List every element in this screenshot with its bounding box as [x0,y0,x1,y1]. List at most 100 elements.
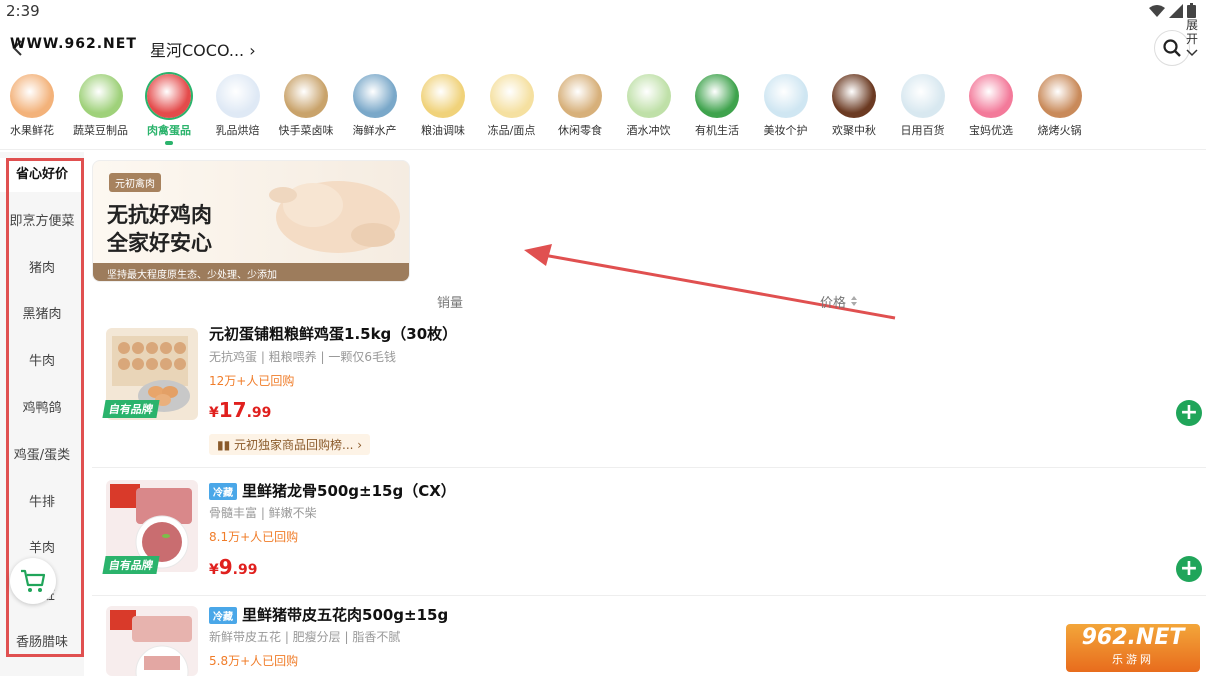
sort-price-label: 价格 [820,296,847,311]
category-item[interactable]: 烧烤火锅 [1026,72,1094,150]
category-item[interactable]: 美妆个护 [752,72,820,150]
price-decimal: .99 [232,562,258,578]
own-brand-badge: 自有品牌 [102,556,160,574]
category-thumbnail [695,74,739,118]
own-brand-badge: 自有品牌 [102,400,160,418]
chevron-down-icon [1186,49,1198,57]
promo-banner[interactable]: 元初禽肉 无抗好鸡肉 全家好安心 坚持最大程度原生态、少处理、少添加 [92,160,410,282]
product-subtitle: 骨髓丰富 | 鲜嫩不柴 [209,506,317,520]
expand-label-1: 展 [1185,18,1198,32]
category-thumbnail [215,74,260,118]
product-sold-count: 8.1万+人已回购 [209,530,299,544]
store-selector[interactable]: 星河COCO... › [150,37,256,61]
price-currency: ¥ [209,405,219,421]
cart-icon [21,569,46,592]
product-sold-count: 5.8万+人已回购 [209,654,299,668]
category-item[interactable]: 欢聚中秋 [820,72,888,150]
price-integer: 9 [218,555,233,579]
product-card[interactable]: 冷藏 里鲜猪带皮五花肉500g±15g 新鲜带皮五花 | 肥瘦分层 | 脂香不腻 … [92,596,1206,676]
category-thumbnail [969,74,1013,118]
wifi-icon [1149,4,1165,17]
product-card[interactable]: 自有品牌 元初蛋铺粗粮鲜鸡蛋1.5kg（30枚） 无抗鸡蛋 | 粗粮喂养 | 一… [92,318,1206,468]
corner-logo-subtext: 乐游网 [1112,653,1154,666]
banner-footer: 坚持最大程度原生态、少处理、少添加 [93,263,409,281]
category-thumbnail [421,74,465,118]
price-integer: 17 [218,398,247,422]
category-thumbnail [489,74,534,118]
category-item[interactable]: 宝妈优选 [957,72,1025,150]
product-card[interactable]: 自有品牌 冷藏 里鲜猪龙骨500g±15g（CX） 骨髓丰富 | 鲜嫩不柴 8.1… [92,468,1206,596]
sort-arrows-icon [851,296,858,306]
status-bar: 2:39 [0,0,1206,24]
category-label: 酒水冲饮 [626,124,671,137]
category-label: 冻品/面点 [487,124,536,137]
add-to-cart-button[interactable]: + [1176,400,1202,426]
sort-by-price[interactable]: 价格 [820,292,858,311]
expand-button[interactable]: 展 开 [1184,18,1200,60]
category-label: 粮油调味 [421,124,465,137]
category-item[interactable]: 粮油调味 [409,72,477,150]
price-decimal: .99 [246,405,272,421]
search-icon [1163,39,1181,57]
product-title-text: 里鲜猪龙骨500g±15g（CX） [242,482,456,500]
refrigerated-tag: 冷藏 [209,483,237,500]
expand-label-2: 开 [1185,32,1198,46]
category-item[interactable]: 乳品烘焙 [204,72,272,150]
category-label: 肉禽蛋品 [147,124,191,137]
category-label: 美妆个护 [763,124,808,137]
bar-chart-icon: ▮▮ [217,438,231,452]
product-subtitle: 新鲜带皮五花 | 肥瘦分层 | 脂香不腻 [209,630,401,644]
add-to-cart-button[interactable]: + [1176,556,1202,582]
status-icons [1149,3,1196,18]
watermark-logo: WWW.962.NET [10,36,137,52]
category-item[interactable]: 水果鲜花 [0,72,66,150]
product-title[interactable]: 冷藏 里鲜猪龙骨500g±15g（CX） [209,480,456,501]
banner-title-line2: 全家好安心 [107,231,212,255]
battery-icon [1187,3,1196,18]
watermark-text: WWW.962.NET [10,36,137,52]
category-item[interactable]: 快手菜卤味 [272,72,340,150]
cart-button[interactable] [10,558,56,604]
signal-icon [1169,3,1183,18]
sort-by-sales[interactable]: 销量 [437,292,463,311]
category-item[interactable]: 冻品/面点 [478,72,546,150]
category-thumbnail [626,74,671,118]
product-image[interactable] [106,606,198,676]
category-row: 水果鲜花 蔬菜豆制品 肉禽蛋品 乳品烘焙 快手菜卤味 海鲜水产 粮油调味 冻品/面点 休闲零食 酒… [0,72,1206,150]
banner-title: 无抗好鸡肉 全家好安心 [107,201,212,257]
category-item[interactable]: 有机生活 [683,72,751,150]
category-item[interactable]: 休闲零食 [546,72,614,150]
category-item[interactable]: 酒水冲饮 [615,72,683,150]
sort-bar: 销量 价格 [92,292,1198,312]
product-title-text: 里鲜猪带皮五花肉500g±15g [242,606,449,624]
category-item[interactable]: 海鲜水产 [341,72,409,150]
product-price: ¥9.99 [209,555,257,579]
category-thumbnail [352,74,397,118]
category-label: 烧烤火锅 [1037,124,1082,137]
category-thumbnail [558,74,602,118]
category-label: 欢聚中秋 [832,124,876,137]
product-title[interactable]: 元初蛋铺粗粮鲜鸡蛋1.5kg（30枚） [209,323,457,344]
category-label: 日用百货 [900,124,945,137]
category-thumbnail [763,74,808,118]
rank-link[interactable]: ▮▮ 元初独家商品回购榜... › [209,434,371,455]
category-item[interactable]: 肉禽蛋品 [135,72,203,150]
category-thumbnail [1037,74,1082,118]
category-thumbnail [10,74,54,118]
category-label: 水果鲜花 [10,124,54,137]
category-label: 蔬菜豆制品 [73,124,128,137]
store-name: 星河COCO... [150,41,245,60]
category-item[interactable]: 日用百货 [889,72,957,150]
product-price: ¥17.99 [209,398,271,422]
category-label: 乳品烘焙 [215,124,260,137]
product-sold-count: 12万+人已回购 [209,374,295,388]
category-label: 海鲜水产 [352,124,397,137]
category-item[interactable]: 蔬菜豆制品 [67,72,135,150]
watermark-corner-logo: 962.NET 乐游网 [1066,624,1200,672]
category-label: 宝妈优选 [969,124,1013,137]
category-thumbnail [147,74,191,118]
category-label: 休闲零食 [558,124,602,137]
category-thumbnail [900,74,945,118]
chevron-right-icon: › [249,41,256,60]
product-title[interactable]: 冷藏 里鲜猪带皮五花肉500g±15g [209,604,448,625]
